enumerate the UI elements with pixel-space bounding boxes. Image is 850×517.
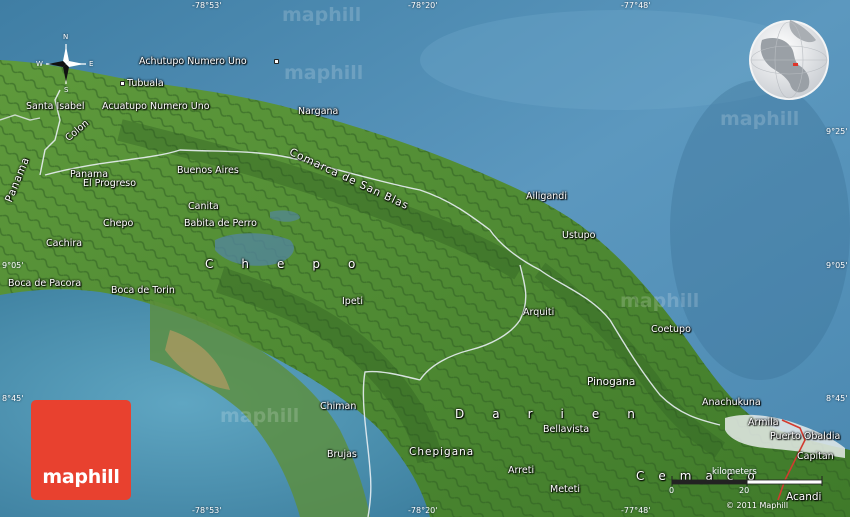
place-label: Achutupo Numero Uno [139,56,247,67]
compass-north-label: N [63,33,69,41]
watermark: maphill [284,62,364,84]
logo-text: maphill [42,466,120,488]
place-label: Boca de Pacora [8,278,82,289]
place-label: Ustupo [562,230,596,241]
coord-bottom-2: -78°20' [408,506,438,515]
coord-left-2: 8°45' [2,394,24,403]
place-label: Babita de Perro [184,218,257,229]
coord-top-2: -78°20' [408,1,438,10]
watermark: maphill [220,405,300,427]
scale-value: 20 [739,486,750,495]
region-label-chepo: Chepo [205,257,384,271]
compass-west-label: W [36,60,43,68]
compass-east-label: E [89,60,94,68]
coord-top-3: -77°48' [621,1,651,10]
place-label: Canita [188,201,219,212]
place-label: Anachukuna [702,397,761,408]
satellite-map[interactable]: maphill maphill maphill maphill maphill … [0,0,850,517]
coord-bottom-1: -78°53' [192,506,222,515]
place-label: Meteti [550,484,580,495]
coord-right-3: 8°45' [826,394,848,403]
place-label: Bellavista [543,424,590,435]
place-label: Capitan [797,451,834,462]
scale-label: kilometers [712,467,757,477]
coord-right-1: 9°25' [826,127,848,136]
place-label: Chepo [103,218,134,229]
place-label: Puerto Obaldia [770,431,841,442]
place-label: Chiman [320,401,357,412]
place-label: Arreti [508,465,535,476]
locator-globe [749,20,829,100]
place-label: Ipeti [342,296,364,307]
scale-zero: 0 [669,486,675,495]
place-label: Cachira [46,238,83,249]
place-label: Nargana [298,106,339,117]
coord-top-1: -78°53' [192,1,222,10]
maphill-logo[interactable]: maphill [31,400,131,500]
place-label: Chepigana [409,446,475,458]
place-label: Santa Isabel [26,101,85,112]
place-label: Buenos Aires [177,165,239,176]
place-label: Arquiti [523,307,555,318]
place-marker [120,81,125,86]
place-label: Boca de Torin [111,285,175,296]
coord-right-2: 9°05' [826,261,848,270]
place-label: El Progreso [83,178,137,189]
coord-bottom-3: -77°48' [621,506,651,515]
region-label-darien: Darien [455,407,663,421]
place-label: Armila [748,417,779,428]
coord-left-1: 9°05' [2,261,24,270]
watermark: maphill [282,4,362,26]
compass-south-label: S [64,86,69,94]
place-label: Ailigandi [526,191,567,202]
place-marker [274,59,279,64]
place-label: Coetupo [651,324,691,335]
copyright-credit: © 2011 Maphill [726,501,789,510]
watermark: maphill [620,290,700,312]
place-label: Brujas [327,449,357,460]
place-label: Acuatupo Numero Uno [102,101,210,112]
place-label: Tubuala [127,78,164,89]
watermark: maphill [720,108,800,130]
place-label: Pinogana [587,376,636,388]
